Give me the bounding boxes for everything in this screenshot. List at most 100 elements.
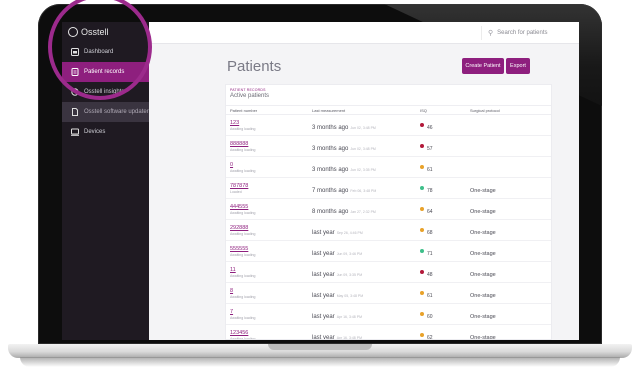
cell-patient: 787878 Loaded [226,177,308,199]
table-row[interactable]: 787878 Loaded 7 months ago Feb 06, 3:48 PM 7… [226,177,551,199]
patient-status: Awaiting loading [230,252,256,257]
document-icon [71,108,79,116]
patient-status: Awaiting loading [230,336,256,340]
surgical-protocol: One-stage [470,272,496,278]
surgical-protocol: One-stage [470,314,496,320]
patient-number-link[interactable]: 11 [230,267,304,273]
cell-patient: 8 Awaiting loading [226,282,308,304]
cell-patient: 7 Awaiting loading [226,303,308,325]
table-row[interactable]: 888888 Awaiting loading 3 months ago Jun 02… [226,135,551,157]
patient-number-link[interactable]: 444555 [230,204,304,210]
cell-patient: 123456 Awaiting loading [226,324,308,340]
cell-isq: 48 [416,261,466,283]
patient-status: Loaded [230,189,242,194]
logo-mark-icon [68,27,78,37]
sidebar-item-software-updater[interactable]: Osstell software updater [62,102,149,122]
sidebar-item-patient-records[interactable]: Patient records [62,62,149,82]
patient-number-link[interactable]: 292888 [230,225,304,231]
table-row[interactable]: 123456 Awaiting loading last year Apr 16, 3… [226,324,551,340]
measurement-date: Apr 16, 3:48 PM [336,336,362,340]
table-body: 123 Awaiting loading 3 months ago Jun 02, 3… [226,114,551,340]
page-title: Patients [227,58,282,75]
surgical-protocol: One-stage [470,209,496,215]
cell-measurement: 8 months ago Jan 27, 2:32 PM [308,198,416,220]
table-row[interactable]: 444555 Awaiting loading 8 months ago Jan 27… [226,198,551,220]
search-placeholder: Search for patients [497,30,548,36]
devices-icon [71,128,79,136]
measurement-relative: last year [312,293,335,299]
cell-isq: 78 [416,177,466,199]
isq-value: 61 [427,293,433,299]
cell-measurement: last year Sep 26, 4:46 PM [308,219,416,241]
isq-status-dot [420,143,424,148]
patient-status: Awaiting loading [230,168,256,173]
cell-protocol: One-stage [466,261,551,283]
table-row[interactable]: 555555 Awaiting loading last year Jun 09, 3… [226,240,551,262]
create-patient-button[interactable]: Create Patient [462,58,504,74]
column-header[interactable]: Surgical protocol [466,105,551,115]
table-row[interactable]: 8 Awaiting loading last year May 05, 3:48 P… [226,282,551,304]
column-header[interactable]: Last measurement [308,105,416,115]
cell-isq: 64 [416,198,466,220]
cell-measurement: last year Apr 16, 3:48 PM [308,324,416,340]
measurement-relative: 8 months ago [312,209,349,215]
table-row[interactable]: 0 Awaiting loading 3 months ago Jun 02, 3:3… [226,156,551,178]
isq-status-dot [420,164,424,169]
top-bar: ⚲ Search for patients [149,22,579,44]
surgical-protocol: One-stage [470,230,496,236]
table-row[interactable]: 123 Awaiting loading 3 months ago Jun 02, 3… [226,114,551,136]
table-row[interactable]: 7 Awaiting loading last year Apr 16, 3:48 P… [226,303,551,325]
patient-number-link[interactable]: 555555 [230,246,304,252]
cell-patient: 0 Awaiting loading [226,156,308,178]
logo[interactable]: Osstell [68,25,109,39]
isq-status-dot [420,269,424,274]
isq-value: 78 [427,188,433,194]
search-input[interactable]: ⚲ Search for patients [481,26,573,40]
sidebar-item-label: Osstell software updater [84,109,149,115]
sidebar-item-dashboard[interactable]: Dashboard [62,42,149,62]
cell-protocol [466,135,551,157]
cell-measurement: 3 months ago Jun 02, 3:48 PM [308,135,416,157]
sidebar-item-devices[interactable]: Devices [62,122,149,142]
isq-value: 48 [427,272,433,278]
table-row[interactable]: 11 Awaiting loading last year Jun 09, 3:35 … [226,261,551,283]
measurement-date: Jun 09, 3:35 PM [336,273,363,277]
measurement-relative: 3 months ago [312,167,349,173]
measurement-date: Feb 06, 3:48 PM [350,189,377,193]
cell-measurement: 3 months ago Jun 02, 3:35 PM [308,156,416,178]
surgical-protocol: One-stage [470,293,496,299]
patient-number-link[interactable]: 0 [230,162,304,168]
column-header[interactable]: Patient number [226,105,308,115]
patient-number-link[interactable]: 8 [230,288,304,294]
isq-value: 61 [427,167,433,173]
patient-number-link[interactable]: 123456 [230,330,304,336]
measurement-relative: 3 months ago [312,146,349,152]
patient-number-link[interactable]: 787878 [230,183,304,189]
laptop-notch [268,344,372,350]
patient-status: Awaiting loading [230,294,256,299]
isq-value: 46 [427,125,433,131]
isq-value: 60 [427,314,433,320]
card-subtitle: Active patients [230,93,270,99]
cell-protocol: One-stage [466,324,551,340]
cell-patient: 11 Awaiting loading [226,261,308,283]
patient-number-link[interactable]: 123 [230,120,304,126]
patient-status: Awaiting loading [230,231,256,236]
cell-protocol: One-stage [466,303,551,325]
patient-status: Awaiting loading [230,126,256,131]
cell-isq: 71 [416,240,466,262]
isq-value: 64 [427,209,433,215]
column-header[interactable]: ISQ [416,105,466,115]
measurement-date: Jun 02, 3:35 PM [350,168,376,172]
table-row[interactable]: 292888 Awaiting loading last year Sep 26, 4… [226,219,551,241]
sidebar-item-insights[interactable]: Osstell insights [62,82,149,102]
measurement-date: Jan 27, 2:32 PM [350,210,376,214]
patient-number-link[interactable]: 7 [230,309,304,315]
cell-patient: 292888 Awaiting loading [226,219,308,241]
surgical-protocol: One-stage [470,335,496,340]
patient-number-link[interactable]: 888888 [230,141,304,147]
cell-protocol: One-stage [466,177,551,199]
isq-value: 62 [427,335,433,340]
export-button[interactable]: Export [506,58,530,74]
measurement-relative: last year [312,272,335,278]
